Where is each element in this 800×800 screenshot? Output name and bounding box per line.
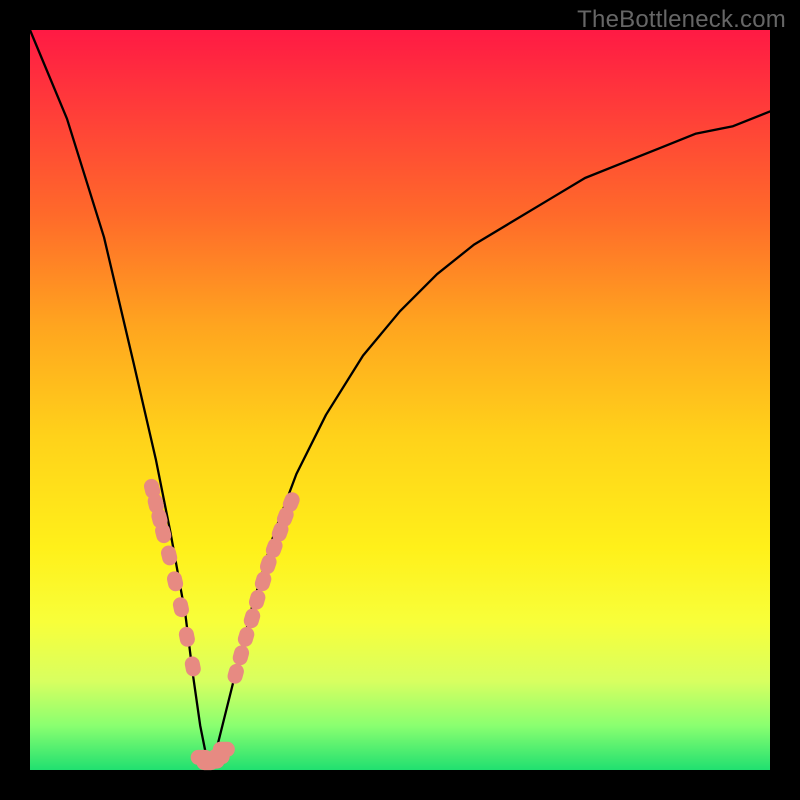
curve-marker [172, 596, 191, 619]
watermark-text: TheBottleneck.com [577, 6, 786, 34]
curve-marker [178, 626, 197, 649]
curve-marker [213, 742, 235, 757]
curve-marker [242, 607, 262, 630]
curve-marker [231, 644, 251, 667]
chart-svg [30, 30, 770, 770]
chart-plot-area [30, 30, 770, 770]
curve-marker [236, 625, 256, 648]
bottleneck-curve [30, 30, 770, 763]
curve-marker [247, 588, 267, 611]
curve-marker [226, 662, 246, 685]
curve-marker [183, 655, 202, 678]
